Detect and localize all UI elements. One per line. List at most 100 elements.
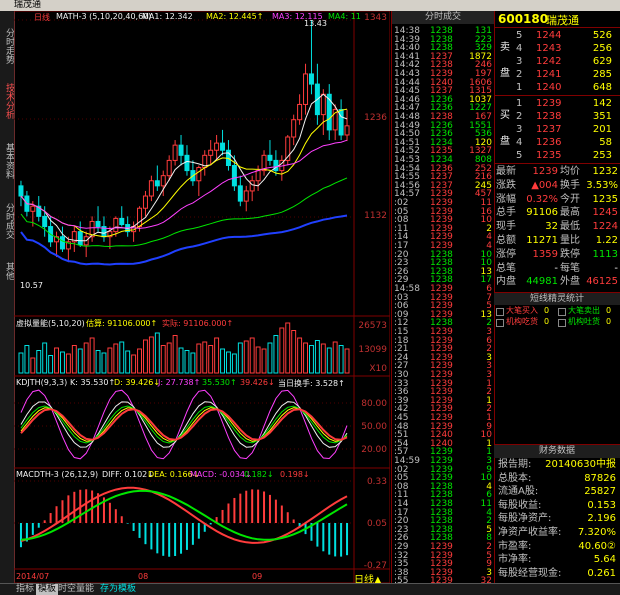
finance-value: 7.320%: [577, 527, 616, 538]
finance-value: 2.196: [587, 513, 616, 525]
candle-body: [291, 119, 297, 138]
ma-line: [20, 139, 348, 230]
side-tab-intraday[interactable]: 分时走势: [0, 21, 14, 71]
bid-price[interactable]: 1237: [536, 123, 561, 136]
sprite-checkbox[interactable]: [558, 319, 566, 327]
kdj-line: [20, 408, 348, 441]
candle-body: [267, 154, 273, 161]
bid-price[interactable]: 1238: [536, 110, 561, 123]
candle-body: [42, 215, 48, 228]
stat-value: 44981: [526, 276, 558, 288]
side-tab-technical[interactable]: 技术分析: [0, 76, 14, 126]
tab-space-volume[interactable]: 时空量能: [56, 584, 96, 595]
volume-bar: [18, 352, 24, 374]
ask-volume: 629: [592, 56, 612, 67]
period-label: 日线: [34, 13, 50, 22]
date-label-aug: 08: [138, 572, 149, 581]
sprite-checkbox[interactable]: [496, 308, 504, 316]
volume-bar: [196, 343, 202, 374]
side-tab-fundamental[interactable]: 基本资料: [0, 136, 14, 186]
bid-price[interactable]: 1236: [536, 136, 561, 149]
volume-bar: [226, 351, 231, 374]
finance-key: 市净率:: [498, 554, 532, 566]
ask-volume: 526: [592, 30, 612, 41]
ask-price[interactable]: 1242: [536, 55, 561, 68]
candle-body: [243, 190, 249, 202]
ask-level: 2: [516, 69, 523, 80]
sell-label-2: 盘: [500, 68, 510, 79]
stat-value: 1359: [532, 248, 558, 260]
ma-header: MATH-3 (5,10,20,40,60): [56, 12, 152, 21]
sprite-count: 0: [606, 317, 612, 326]
tick-panel[interactable]: 分时成交 14:38 1238 131 14:39 1238 223 14:40 1238 32…: [391, 11, 495, 586]
kdj-turnover: 当日换手: 3.528↑: [278, 379, 345, 388]
stat-key-2: 最高: [560, 207, 580, 219]
chart-area[interactable]: 日线 MATH-3 (5,10,20,40,60) MA1: 12.342 MA…: [14, 11, 390, 586]
sprite-item[interactable]: 大笔卖出: [568, 306, 600, 316]
ask-price[interactable]: 1243: [536, 42, 561, 55]
side-tab-ticks[interactable]: 分时成交: [0, 196, 14, 246]
bid-level: 1: [516, 98, 523, 109]
volume-bar: [119, 341, 125, 374]
kdj-d: D: 39.426↓: [114, 378, 161, 387]
bid-volume: 351: [592, 111, 612, 122]
buy-label-1: 买: [500, 110, 510, 121]
candle-body: [142, 195, 148, 209]
volume-bar: [65, 353, 71, 374]
finance-key: 市盈率:: [498, 540, 532, 552]
ask-volume: 285: [592, 69, 612, 80]
tab-save-template[interactable]: 存为模板: [98, 584, 138, 595]
volume-bar: [160, 345, 166, 374]
bid-price[interactable]: 1239: [536, 97, 561, 110]
bid-price[interactable]: 1235: [536, 149, 561, 162]
candle-body: [148, 180, 154, 197]
volume-bar: [30, 357, 36, 374]
sprite-item[interactable]: 大笔买入: [506, 306, 538, 316]
tab-indicator[interactable]: 指标: [14, 584, 36, 595]
candle-body: [208, 149, 214, 156]
kdj-k: K: 35.530↑: [70, 378, 116, 387]
macd-axis-mid: 0.05: [366, 519, 387, 529]
candle-body: [196, 167, 202, 182]
volume-bar: [137, 348, 142, 374]
stat-key: 总额: [496, 235, 516, 246]
sprite-checkbox[interactable]: [558, 308, 566, 316]
volume-bar: [125, 350, 131, 374]
finance-key: 流通A股:: [498, 486, 539, 498]
sprite-item[interactable]: 机构吐货: [568, 317, 600, 327]
ask-price[interactable]: 1240: [536, 81, 561, 94]
volume-bar: [255, 346, 261, 374]
title-bar: 瑞茂通: [0, 0, 620, 11]
volume-bar: [184, 350, 190, 374]
sprite-count: 0: [544, 306, 550, 315]
stat-key-2: 量比: [560, 235, 580, 246]
stat-key: 涨跌: [496, 179, 516, 191]
finance-row: 市净率: 5.64: [494, 553, 620, 567]
volume-bar: [231, 353, 237, 374]
ask-price[interactable]: 1241: [536, 68, 561, 81]
chart-canvas[interactable]: [14, 11, 390, 583]
ma-line: [20, 108, 348, 238]
candle-body: [344, 125, 350, 136]
sprite-checkbox[interactable]: [496, 319, 504, 327]
macd-extra1: 0.182↓: [244, 470, 274, 479]
volume-bar: [113, 343, 119, 374]
finance-row: 净资产收益率: 7.320%: [494, 526, 620, 540]
volume-bar: [279, 327, 285, 374]
volume-bar: [154, 332, 160, 374]
ask-price[interactable]: 1244: [536, 29, 561, 42]
candle-body: [237, 185, 243, 202]
finance-value: 40.60②: [578, 540, 616, 552]
bottom-tab-bar: 指标 模板 时空量能 存为模板: [0, 583, 620, 595]
tick-panel-title: 分时成交: [392, 11, 494, 24]
side-tab-other[interactable]: 其他: [0, 256, 14, 286]
sprite-item[interactable]: 机构吃货: [506, 317, 538, 327]
tab-template[interactable]: 模板: [36, 584, 59, 595]
book-divider: [494, 95, 620, 96]
finance-row: 流通A股: 25827: [494, 485, 620, 499]
sprite-count: 0: [606, 306, 612, 315]
candle-body: [178, 144, 184, 156]
stat-key-2: 最低: [560, 221, 580, 233]
volume-bar: [107, 347, 113, 374]
stat-value-2: 3.53%: [586, 179, 618, 191]
